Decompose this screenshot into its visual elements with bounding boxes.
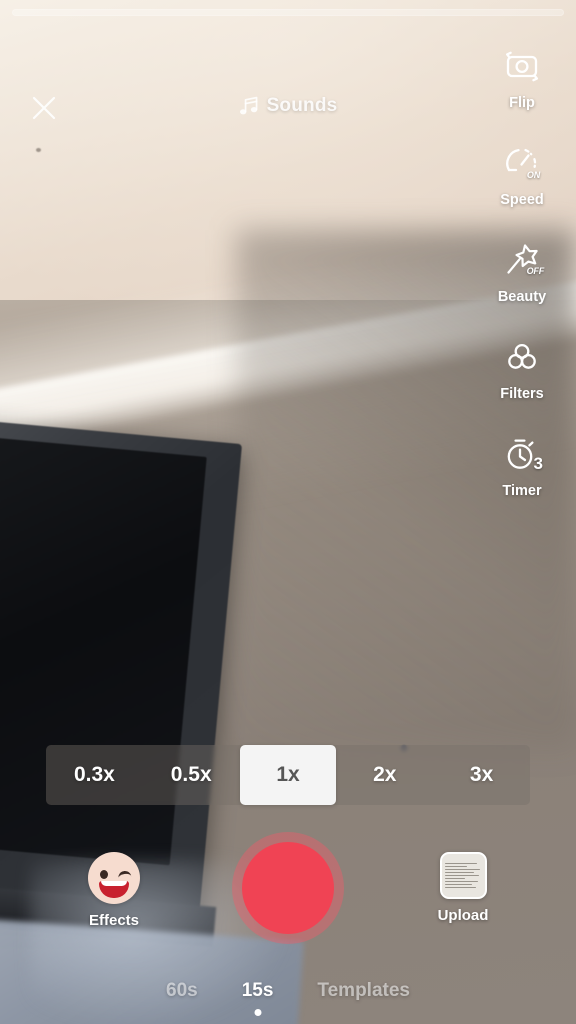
thumb-text-line [444, 886, 477, 889]
beauty-badge: OFF [526, 266, 545, 276]
rail-item-beauty[interactable]: OFF Beauty [474, 236, 570, 333]
thumb-text-line [444, 868, 480, 871]
flip-icon-wrap [501, 42, 543, 90]
thumb-text-line [444, 880, 478, 883]
close-icon [32, 96, 56, 120]
record-button[interactable] [232, 832, 344, 944]
rail-label-filters: Filters [500, 386, 544, 402]
thumb-text-line [444, 877, 465, 880]
rail-label-beauty: Beauty [497, 289, 547, 305]
tiktok-camera-screen: Sounds Flip ON Speed OFF Beauty Filters … [0, 0, 576, 1024]
effects-label: Effects [88, 912, 140, 929]
mode-tab-15s[interactable]: 15s [241, 980, 274, 1016]
record-button-core [242, 842, 334, 934]
effects-button[interactable]: Effects [77, 852, 151, 929]
speed-option-1x[interactable]: 1x [239, 745, 337, 805]
mode-tab-15s-label: 15s [241, 980, 274, 1001]
mode-tab-templates[interactable]: Templates [317, 980, 410, 1006]
smiley-eye-open [100, 870, 108, 879]
camera-flip-icon [506, 51, 539, 82]
rail-label-flip: Flip [509, 95, 535, 111]
rail-label-speed: Speed [500, 192, 544, 208]
thumb-text-line [444, 874, 479, 877]
thumb-text-line [444, 862, 478, 865]
thumb-text-line [444, 865, 468, 868]
music-note-icon [239, 96, 258, 115]
beauty-icon-wrap: OFF [501, 236, 545, 284]
filters-icon [508, 343, 536, 369]
ceiling-speck [36, 148, 41, 152]
upload-label: Upload [437, 907, 489, 924]
mode-active-dot [254, 1009, 262, 1016]
filters-icon-wrap [501, 333, 543, 381]
speed-option-0-5x[interactable]: 0.5x [143, 745, 240, 805]
mode-tabs: 60s 15s Templates [0, 980, 576, 1016]
speed-selector: 0.3x 0.5x 1x 2x 3x [46, 745, 530, 805]
smiley-wink-icon [88, 852, 140, 904]
upload-button[interactable]: Upload [425, 852, 501, 924]
mode-tab-60s[interactable]: 60s [166, 980, 198, 1006]
rail-item-timer[interactable]: 3 Timer [474, 430, 570, 527]
rail-item-flip[interactable]: Flip [474, 42, 570, 139]
thumb-text-line [444, 871, 475, 874]
timer-icon-wrap: 3 [501, 430, 543, 478]
smiley-mouth [99, 881, 129, 898]
rail-item-filters[interactable]: Filters [474, 333, 570, 430]
close-button[interactable] [26, 90, 62, 126]
speed-badge: ON [526, 170, 540, 180]
rail-item-speed[interactable]: ON Speed [474, 139, 570, 236]
thumb-text-line [444, 883, 472, 886]
gallery-thumbnail-icon [439, 852, 487, 899]
recording-progress-bar [12, 9, 564, 16]
timer-badge: 3 [533, 454, 543, 473]
rail-label-timer: Timer [502, 483, 542, 499]
speed-option-3x[interactable]: 3x [433, 745, 530, 805]
sounds-button[interactable]: Sounds [231, 92, 346, 120]
speed-icon-wrap: ON [501, 139, 543, 187]
tool-rail: Flip ON Speed OFF Beauty Filters 3 Timer [474, 42, 570, 527]
sounds-label: Sounds [266, 95, 338, 116]
smiley-eye-wink [117, 870, 132, 879]
speed-option-2x[interactable]: 2x [336, 745, 433, 805]
speed-option-0-3x[interactable]: 0.3x [46, 745, 143, 805]
